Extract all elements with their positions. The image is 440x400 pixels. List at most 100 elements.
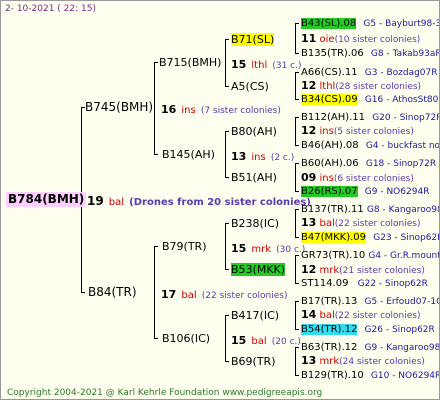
grandparent-number: 15 xyxy=(231,58,247,71)
connector-line xyxy=(225,131,226,177)
ancestor-row[interactable]: B46(AH).08 G4 - buckfast no xyxy=(301,139,439,153)
connector-line xyxy=(154,246,155,338)
ancestor-row[interactable]: ST114.09 G22 - Sinop62R xyxy=(301,277,428,291)
ancestor-tag: G26 - Sinop62R xyxy=(364,325,435,335)
connector-line xyxy=(225,223,229,224)
gg-info: 09 ins(6 sister colonies) xyxy=(301,171,414,186)
great-grandparent-label[interactable]: A5(CS) xyxy=(231,80,269,93)
connector-line xyxy=(81,292,85,293)
ancestor-tag: G5 - Bayburt98-3 xyxy=(363,19,440,29)
ancestor-row[interactable]: B137(TR).11 G8 - Kangaroo98R xyxy=(301,203,439,217)
ancestor-label: A66(CS).11 xyxy=(301,67,358,78)
ancestor-row[interactable]: B135(TR).06 G8 - Takab93aR xyxy=(301,47,439,61)
date-stamp: 2- 10-2021 ( 22: 15) xyxy=(5,4,96,14)
ancestor-row[interactable]: B47(MKK).09 G23 - Sinop62R xyxy=(301,231,440,245)
great-grandparent-label[interactable]: B238(IC) xyxy=(231,217,279,230)
ancestor-label: B34(CS).09 xyxy=(301,94,358,105)
ancestor-row[interactable]: B34(CS).09 G16 - AthosSt80R xyxy=(301,93,440,107)
gg-number: 11 xyxy=(301,32,317,45)
ancestor-row[interactable]: B112(AH).11 G20 - Sinop72R xyxy=(301,111,440,125)
parent-top-insemination: ins xyxy=(181,105,196,116)
grandparent-number: 15 xyxy=(231,334,247,347)
great-grandparent-label[interactable]: B69(TR) xyxy=(231,355,276,368)
gg-insemination: ins xyxy=(319,173,334,184)
connector-line xyxy=(225,315,229,316)
root-colony-label[interactable]: B784(BMH) xyxy=(6,192,87,207)
gg-number: 13 xyxy=(301,354,317,367)
gg-insemination: mrk xyxy=(319,265,340,276)
grandparent-label[interactable]: B79(TR) xyxy=(162,240,207,253)
ancestor-label: ST114.09 xyxy=(301,278,349,289)
ancestor-label: B17(TR).13 xyxy=(301,296,358,307)
connector-line xyxy=(295,23,299,24)
great-grandparent-label[interactable]: B51(AH) xyxy=(231,171,277,184)
connector-line xyxy=(295,53,299,54)
grandparent-info: 15 lthl (31 c.) xyxy=(231,56,301,73)
parent-top-label[interactable]: B745(BMH) xyxy=(85,101,153,114)
gg-sister-note: (5 sister colonies) xyxy=(333,127,414,137)
connector-line xyxy=(295,191,299,192)
copyright-footer: Copyright 2004-2021 @ Karl Kehrle Founda… xyxy=(7,388,323,398)
parent-bottom-insemination: bal xyxy=(181,290,197,301)
parent-top-sister-note: (7 sister colonies) xyxy=(200,106,281,116)
ancestor-tag: G9 - NO6294R xyxy=(364,187,430,197)
gg-sister-note: (22 sister colonies) xyxy=(334,311,421,321)
parent-bottom-info: 17 bal (22 sister colonies) xyxy=(161,286,288,303)
connector-line xyxy=(225,39,226,86)
gg-insemination: bal xyxy=(319,310,335,321)
ancestor-tag: G10 - NO6294R xyxy=(370,371,440,381)
ancestor-tag: G5 - Erfoud07-1Q xyxy=(364,297,440,307)
connector-line xyxy=(295,72,296,99)
gg-info: 12 mrk(21 sister colonies) xyxy=(301,263,425,278)
ancestor-row[interactable]: A66(CS).11 G3 - Bozdag07R xyxy=(301,66,438,80)
ancestor-tag: G8 - Kangaroo98R xyxy=(366,205,439,215)
ancestor-row[interactable]: B17(TR).13 G5 - Erfoud07-1Q xyxy=(301,295,440,309)
ancestor-row[interactable]: GR73(TR).10 G4 - Gr.R.mounta xyxy=(301,249,440,263)
ancestor-tag: G4 - Gr.R.mounta xyxy=(368,251,440,261)
gg-insemination: ins xyxy=(319,126,334,137)
connector-line xyxy=(225,131,229,132)
ancestor-row[interactable]: B63(TR).12 G9 - Kangaroo98R xyxy=(301,341,439,355)
gg-insemination: lthl xyxy=(319,81,336,92)
grandparent-label[interactable]: B106(IC) xyxy=(162,332,210,345)
connector-line xyxy=(295,375,299,376)
gg-number: 13 xyxy=(301,216,317,229)
great-grandparent-label[interactable]: B417(IC) xyxy=(231,309,279,322)
connector-line xyxy=(295,209,299,210)
ancestor-tag: G23 - Sinop62R xyxy=(373,233,440,243)
grandparent-info: 13 ins (2 c.) xyxy=(231,148,294,165)
ancestor-row[interactable]: B26(RS).07 G9 - NO6294R xyxy=(301,185,429,199)
ancestor-label: B112(AH).11 xyxy=(301,112,366,123)
ancestor-row[interactable]: B54(TR).12 G26 - Sinop62R xyxy=(301,323,435,337)
connector-line xyxy=(295,347,296,375)
ancestor-label: B60(AH).06 xyxy=(301,158,359,169)
ancestor-row[interactable]: B60(AH).06 G18 - Sinop72R xyxy=(301,157,436,171)
pedigree-chart: 2- 10-2021 ( 22: 15) B784(BMH) 19 bal (D xyxy=(0,0,440,400)
connector-line xyxy=(295,209,296,237)
ancestor-tag: G20 - Sinop72R xyxy=(372,113,440,123)
root-number: 19 xyxy=(87,194,104,208)
grandparent-insemination: ins xyxy=(251,152,266,163)
ancestor-row[interactable]: B43(SL).08 G5 - Bayburt98-3 xyxy=(301,17,440,31)
connector-line xyxy=(225,39,229,40)
connector-line xyxy=(295,255,296,283)
connector-line xyxy=(295,99,299,100)
ancestor-label: B135(TR).06 xyxy=(301,48,364,59)
gg-info: 13 mrk(24 sister colonies) xyxy=(301,354,425,369)
grandparent-number: 15 xyxy=(231,242,247,255)
connector-line xyxy=(295,117,299,118)
grandparent-sister-note: (2 c.) xyxy=(270,153,295,163)
great-grandparent-label[interactable]: B71(SL) xyxy=(231,33,275,46)
great-grandparent-label[interactable]: B80(AH) xyxy=(231,125,277,138)
ancestor-label: B63(TR).12 xyxy=(301,342,358,353)
grandparent-label[interactable]: B145(AH) xyxy=(162,148,215,161)
ancestor-tag: G16 - AthosSt80R xyxy=(364,95,440,105)
gg-insemination: oie xyxy=(319,34,335,45)
great-grandparent-label[interactable]: B53(MKK) xyxy=(231,263,286,276)
grandparent-number: 13 xyxy=(231,150,247,163)
gg-number: 12 xyxy=(301,124,317,137)
grandparent-label[interactable]: B715(BMH) xyxy=(159,56,221,69)
ancestor-row[interactable]: B129(TR).10 G10 - NO6294R xyxy=(301,369,440,383)
parent-bottom-label[interactable]: B84(TR) xyxy=(88,286,137,299)
grandparent-insemination: lthl xyxy=(251,60,268,71)
